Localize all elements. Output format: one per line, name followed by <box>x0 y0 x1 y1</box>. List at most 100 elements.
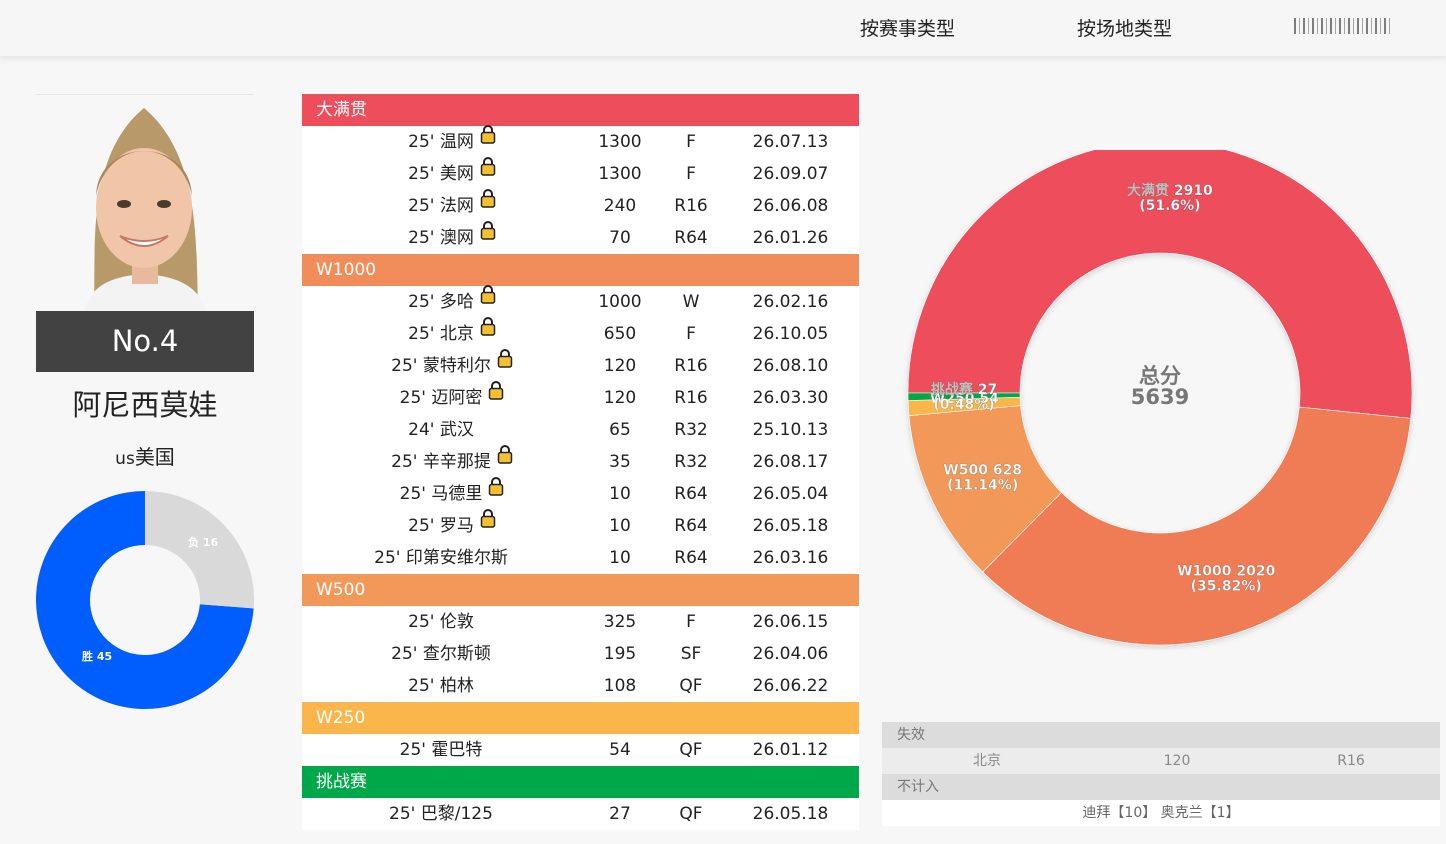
result-row[interactable]: 25' 马德里 10 R64 26.05.04 <box>302 477 859 510</box>
expiry-date-cell: 26.03.16 <box>752 548 829 568</box>
round-cell: R64 <box>674 516 708 536</box>
lock-icon <box>480 315 496 347</box>
points-cell: 1300 <box>598 132 642 152</box>
result-row[interactable]: 25' 北京 650 F 26.10.05 <box>302 315 859 350</box>
country-name: 美国 <box>134 445 175 469</box>
event-name: 25' 伦敦 <box>408 612 474 632</box>
event-name: 25' 温网 <box>408 132 474 152</box>
win-loss-chart: 胜 45 负 16 <box>36 491 254 709</box>
result-row[interactable]: 25' 巴黎/125 27 QF 26.05.18 <box>302 798 859 830</box>
round-cell: R16 <box>674 196 708 216</box>
lock-icon <box>480 123 496 155</box>
event-name: 25' 澳网 <box>408 228 474 248</box>
lock-icon <box>480 187 496 219</box>
slice-percent: (0.48%) <box>933 397 994 413</box>
event-cell: 25' 伦敦 <box>302 606 580 638</box>
event-cell: 25' 北京 <box>302 315 580 350</box>
slice-percent: (35.82%) <box>1191 578 1262 594</box>
result-row[interactable]: 25' 迈阿密 120 R16 26.03.30 <box>302 379 859 414</box>
slice-percent: (11.14%) <box>947 478 1018 494</box>
event-cell: 25' 迈阿密 <box>302 379 580 414</box>
expiry-date-cell: 26.06.08 <box>752 196 829 216</box>
expiry-date-cell: 26.09.07 <box>752 164 829 184</box>
event-cell: 25' 温网 <box>302 123 580 158</box>
event-name: 24' 武汉 <box>408 420 474 440</box>
slice-label: 大满贯 2910 <box>1127 182 1213 199</box>
points-cell: 35 <box>609 452 631 472</box>
win-label: 胜 45 <box>81 649 112 663</box>
points-slice[interactable] <box>982 406 1412 646</box>
round-cell: QF <box>679 740 703 760</box>
result-row[interactable]: 25' 伦敦 325 F 26.06.15 <box>302 606 859 638</box>
points-cell: 1300 <box>598 164 642 184</box>
event-cell: 25' 柏林 <box>302 670 580 702</box>
category-header: W250 <box>302 702 859 734</box>
expiry-date-cell: 26.08.10 <box>752 356 829 376</box>
round-cell: W <box>682 292 700 312</box>
points-cell: 10 <box>609 484 631 504</box>
result-row[interactable]: 25' 蒙特利尔 120 R16 26.08.10 <box>302 349 859 382</box>
result-row[interactable]: 24' 武汉 65 R32 25.10.13 <box>302 414 859 446</box>
round-cell: F <box>686 164 696 184</box>
excluded-note: 迪拜【10】 奥克兰【1】 <box>882 800 1440 826</box>
expiry-date-cell: 26.08.17 <box>752 452 829 472</box>
excluded-header: 不计入 <box>882 774 1440 800</box>
expiry-date-cell: 26.01.26 <box>752 228 829 248</box>
result-row[interactable]: 25' 法网 240 R16 26.06.08 <box>302 187 859 222</box>
expiry-date-cell: 26.03.30 <box>752 388 829 408</box>
slice-label: W500 628 <box>943 463 1022 479</box>
expiry-date-cell: 26.06.15 <box>752 612 829 632</box>
round-cell: F <box>686 132 696 152</box>
results-table: 大满贯 25' 温网 1300 F 26.07.13 25' 美网 1300 F 26.09.0… <box>302 94 859 830</box>
result-row[interactable]: 25' 澳网 70 R64 26.01.26 <box>302 221 859 254</box>
event-name: 25' 罗马 <box>408 516 474 536</box>
round-cell: R64 <box>674 484 708 504</box>
round-cell: F <box>686 324 696 344</box>
points-cell: 195 <box>603 644 637 664</box>
expiry-date-cell: 26.05.18 <box>752 804 829 824</box>
category-header: W500 <box>302 574 859 606</box>
expiry-date-cell: 26.04.06 <box>752 644 829 664</box>
event-name: 25' 辛辛那提 <box>391 452 491 472</box>
event-name: 25' 美网 <box>408 164 474 184</box>
slice-label: W1000 2020 <box>1177 563 1276 579</box>
event-cell: 25' 罗马 <box>302 509 580 542</box>
nav-by-event-type[interactable]: 按赛事类型 <box>860 14 955 41</box>
event-name: 25' 查尔斯顿 <box>391 644 491 664</box>
player-photo <box>36 96 254 311</box>
points-cell: 10 <box>609 548 631 568</box>
expired-points: 120 <box>1163 753 1191 769</box>
expiry-date-cell: 26.06.22 <box>752 676 829 696</box>
nav-by-surface-type[interactable]: 按场地类型 <box>1077 14 1172 41</box>
category-header: 挑战赛 <box>302 766 859 798</box>
event-name: 25' 印第安维尔斯 <box>374 548 508 568</box>
points-cell: 10 <box>609 516 631 536</box>
category-header: W1000 <box>302 254 859 286</box>
result-row[interactable]: 25' 辛辛那提 35 R32 26.08.17 <box>302 445 859 478</box>
result-row[interactable]: 25' 温网 1300 F 26.07.13 <box>302 123 859 158</box>
expired-header: 失效 <box>882 722 1440 748</box>
result-row[interactable]: 25' 柏林 108 QF 26.06.22 <box>302 670 859 702</box>
loss-slice[interactable] <box>145 491 254 609</box>
event-cell: 24' 武汉 <box>302 414 580 446</box>
result-row[interactable]: 25' 美网 1300 F 26.09.07 <box>302 157 859 190</box>
result-row[interactable]: 25' 多哈 1000 W 26.02.16 <box>302 283 859 318</box>
event-cell: 25' 辛辛那提 <box>302 445 580 478</box>
result-row[interactable]: 25' 罗马 10 R64 26.05.18 <box>302 509 859 542</box>
lock-icon <box>488 379 504 411</box>
expiry-date-cell: 26.05.18 <box>752 516 829 536</box>
event-name: 25' 迈阿密 <box>399 388 483 408</box>
event-name: 25' 马德里 <box>399 484 483 504</box>
result-row[interactable]: 25' 印第安维尔斯 10 R64 26.03.16 <box>302 542 859 574</box>
points-cell: 65 <box>609 420 631 440</box>
nav-item-truncated[interactable] <box>1294 18 1390 34</box>
lock-icon <box>480 283 496 315</box>
result-row[interactable]: 25' 霍巴特 54 QF 26.01.12 <box>302 734 859 766</box>
event-name: 25' 蒙特利尔 <box>391 356 491 376</box>
result-row[interactable]: 25' 查尔斯顿 195 SF 26.04.06 <box>302 638 859 670</box>
points-cell: 650 <box>603 324 637 344</box>
expired-event: 北京 <box>973 753 1001 769</box>
points-cell: 120 <box>603 356 637 376</box>
points-cell: 108 <box>603 676 637 696</box>
event-cell: 25' 巴黎/125 <box>302 798 580 830</box>
